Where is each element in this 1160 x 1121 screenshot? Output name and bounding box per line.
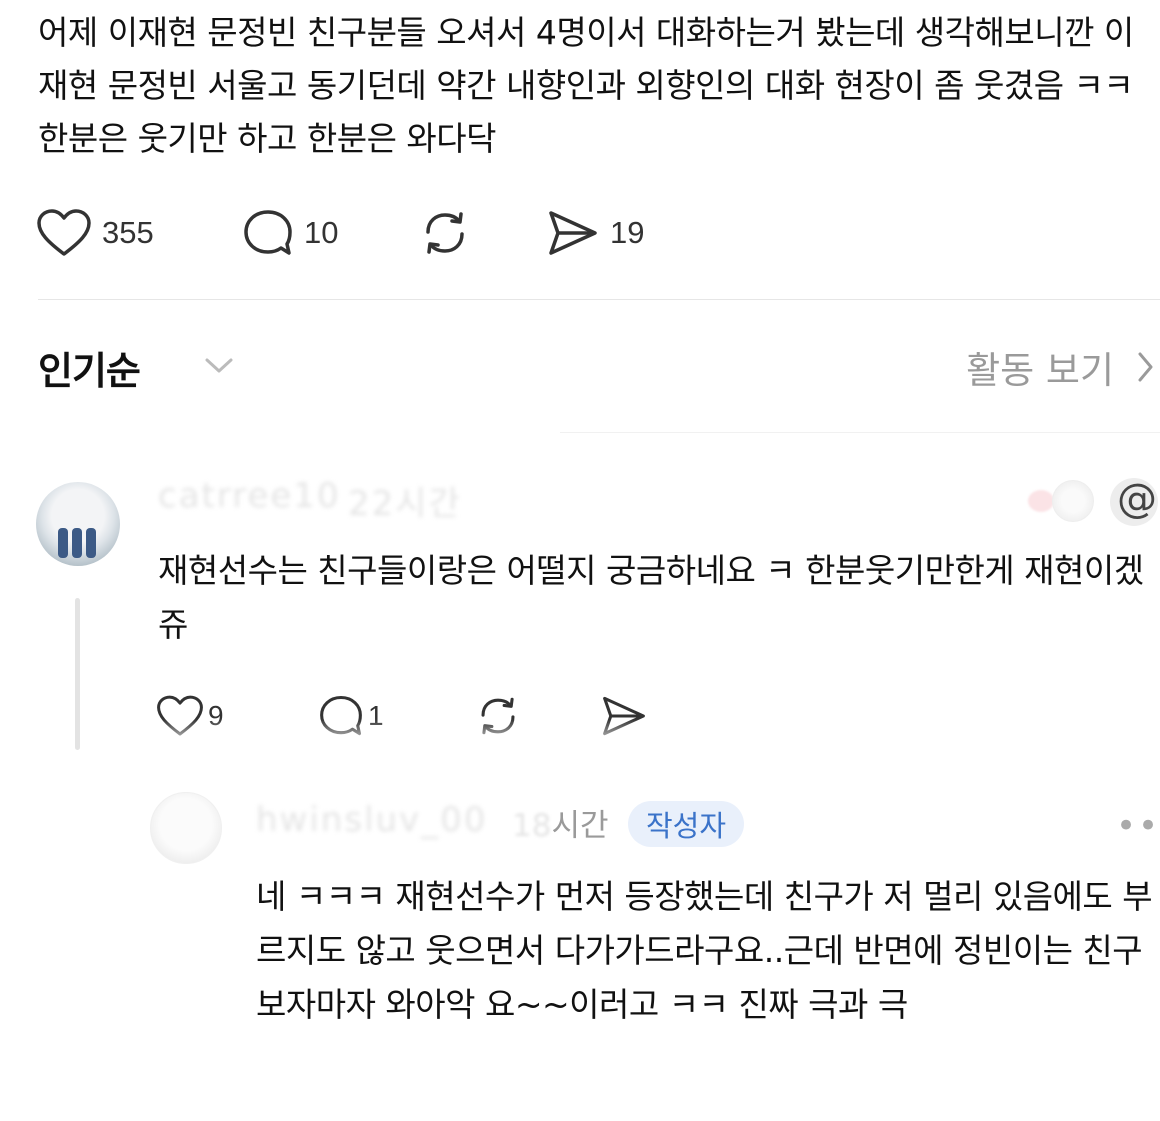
- share-count: 19: [610, 215, 645, 250]
- comment-button[interactable]: 1: [318, 686, 384, 746]
- more-options-icon[interactable]: •••: [1116, 806, 1160, 846]
- like-button[interactable]: 355: [36, 200, 154, 266]
- heart-icon: [1028, 490, 1054, 512]
- like-count: 9: [208, 700, 224, 731]
- divider: [38, 299, 1160, 300]
- send-icon: [603, 696, 645, 736]
- avatar[interactable]: [36, 482, 120, 566]
- threads-icon: @: [1110, 476, 1158, 526]
- comment-button[interactable]: 10: [242, 200, 338, 266]
- send-icon: [549, 211, 597, 255]
- repost-icon: [481, 697, 515, 735]
- reaction-avatars: [1022, 476, 1094, 526]
- avatar: [1052, 480, 1094, 522]
- comment-icon: [320, 695, 362, 736]
- post-action-bar: 355 10 19: [36, 200, 736, 266]
- share-button[interactable]: [600, 686, 648, 746]
- thread-line: [75, 598, 80, 750]
- activity-link[interactable]: 활동 보기: [966, 340, 1154, 394]
- comment-time: 22시간: [348, 484, 462, 524]
- comment-username[interactable]: hwinsluv_00: [256, 800, 487, 840]
- author-badge: 작성자: [628, 801, 745, 847]
- repost-button[interactable]: [474, 686, 522, 746]
- repost-icon: [426, 212, 464, 254]
- comment-action-bar: 9 1: [156, 686, 676, 746]
- comment-time: 18시간: [512, 800, 609, 845]
- sort-dropdown[interactable]: 인기순: [38, 340, 141, 395]
- share-button[interactable]: 19: [546, 200, 644, 266]
- comment-icon: [244, 210, 292, 255]
- comment-count: 10: [304, 215, 339, 250]
- comment-text: 재현선수는 친구들이랑은 어떨지 궁금하네요 ㅋ 한분웃기만한게 재현이겠쥬: [158, 551, 1144, 644]
- chevron-right-icon: [1138, 352, 1153, 382]
- repost-button[interactable]: [418, 200, 472, 266]
- avatar[interactable]: [150, 792, 222, 864]
- like-button[interactable]: 9: [156, 686, 224, 746]
- comment-text: 네 ㅋㅋㅋ 재현선수가 먼저 등장했는데 친구가 저 멀리 있음에도 부르지도 …: [256, 877, 1153, 1024]
- comment-time-number: 18: [512, 808, 552, 844]
- chevron-down-icon[interactable]: [204, 356, 234, 376]
- comment-time-unit: 시간: [551, 808, 609, 844]
- post-text: 어제 이재현 문정빈 친구분들 오셔서 4명이서 대화하는거 봤는데 생각해보니…: [38, 13, 1134, 158]
- like-count: 355: [102, 215, 154, 250]
- heart-icon: [157, 695, 203, 736]
- divider: [560, 432, 1160, 433]
- heart-icon: [37, 209, 91, 256]
- comment-count: 1: [368, 700, 384, 731]
- sort-bar: 인기순 활동 보기: [38, 336, 1160, 398]
- comment-username[interactable]: catrree10: [158, 476, 341, 516]
- activity-label: 활동 보기: [966, 349, 1114, 392]
